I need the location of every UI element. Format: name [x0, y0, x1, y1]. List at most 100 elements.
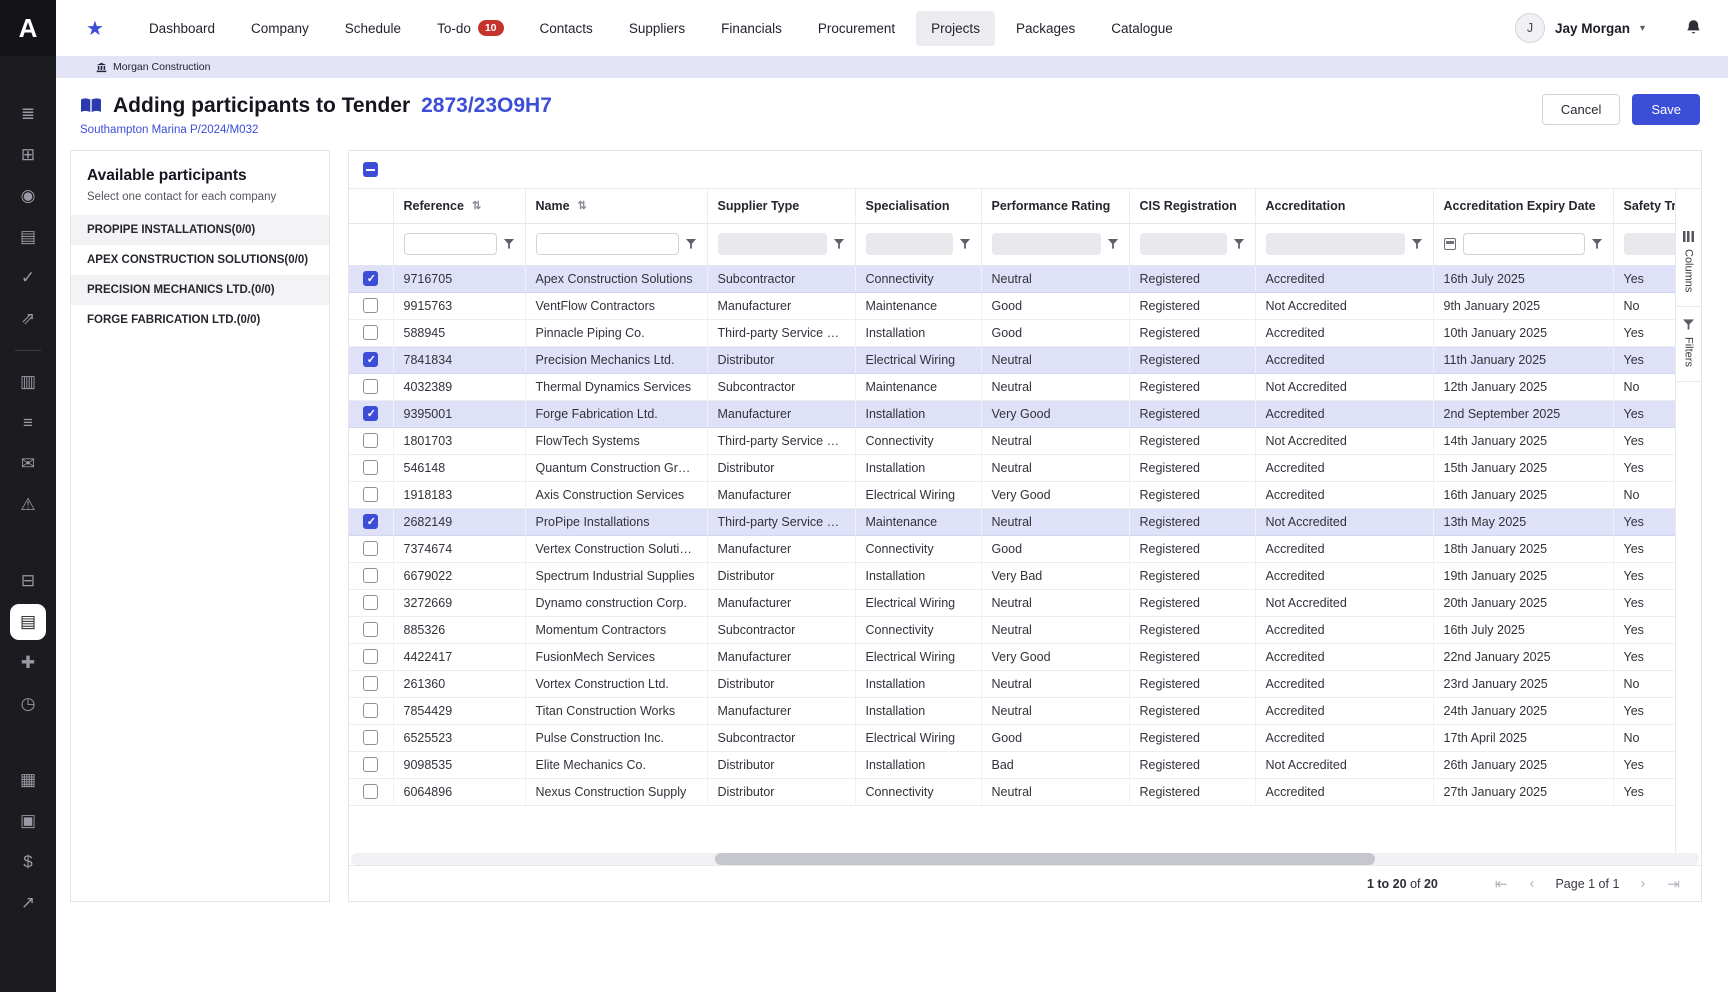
- column-filter-input[interactable]: [992, 233, 1101, 255]
- last-page-icon[interactable]: ⇥: [1660, 875, 1687, 893]
- cancel-button[interactable]: Cancel: [1542, 94, 1620, 125]
- table-row[interactable]: 588945 Pinnacle Piping Co. Third-party S…: [349, 319, 1675, 346]
- participant-company-item[interactable]: PRECISION MECHANICS LTD.(0/0): [71, 275, 329, 305]
- row-checkbox[interactable]: [363, 649, 378, 664]
- column-header[interactable]: Accreditation: [1255, 189, 1433, 223]
- participant-company-item[interactable]: FORGE FABRICATION LTD.(0/0): [71, 305, 329, 335]
- list-lines-icon[interactable]: ≡: [10, 405, 46, 441]
- row-checkbox[interactable]: [363, 568, 378, 583]
- row-checkbox[interactable]: [363, 271, 378, 286]
- table-row[interactable]: 9395001 Forge Fabrication Ltd. Manufactu…: [349, 400, 1675, 427]
- filter-funnel-icon[interactable]: [504, 239, 515, 250]
- avatar[interactable]: J: [1515, 13, 1545, 43]
- column-header[interactable]: Specialisation: [855, 189, 981, 223]
- table-row[interactable]: 9098535 Elite Mechanics Co. Distributor …: [349, 751, 1675, 778]
- filter-funnel-icon[interactable]: [834, 239, 845, 250]
- first-page-icon[interactable]: ⇤: [1488, 875, 1515, 893]
- table-row[interactable]: 1801703 FlowTech Systems Third-party Ser…: [349, 427, 1675, 454]
- chevron-down-icon[interactable]: ▾: [1640, 23, 1645, 34]
- save-button[interactable]: Save: [1632, 94, 1700, 125]
- table-row[interactable]: 1918183 Axis Construction Services Manuf…: [349, 481, 1675, 508]
- column-filter-input[interactable]: [1463, 233, 1585, 255]
- column-filter-input[interactable]: [1624, 233, 1676, 255]
- row-checkbox[interactable]: [363, 325, 378, 340]
- table-row[interactable]: 2682149 ProPipe Installations Third-part…: [349, 508, 1675, 535]
- next-page-icon[interactable]: ›: [1633, 875, 1652, 892]
- file-icon[interactable]: ▥: [10, 364, 46, 400]
- nav-item-catalogue[interactable]: Catalogue: [1096, 11, 1188, 46]
- participant-company-item[interactable]: APEX CONSTRUCTION SOLUTIONS(0/0): [71, 245, 329, 275]
- people-icon[interactable]: ◉: [10, 178, 46, 214]
- table-row[interactable]: 9716705 Apex Construction Solutions Subc…: [349, 265, 1675, 292]
- nav-item-suppliers[interactable]: Suppliers: [614, 11, 700, 46]
- filter-funnel-icon[interactable]: [1234, 239, 1245, 250]
- nav-item-contacts[interactable]: Contacts: [525, 11, 608, 46]
- table-row[interactable]: 261360 Vortex Construction Ltd. Distribu…: [349, 670, 1675, 697]
- documents-active-icon[interactable]: ▤: [10, 604, 46, 640]
- column-header[interactable]: Accreditation Expiry Date: [1433, 189, 1613, 223]
- table-row[interactable]: 6525523 Pulse Construction Inc. Subcontr…: [349, 724, 1675, 751]
- workflow-icon[interactable]: ⊞: [10, 137, 46, 173]
- sort-icon[interactable]: ⇅: [578, 199, 587, 212]
- filter-funnel-icon[interactable]: [1592, 239, 1603, 250]
- app-logo[interactable]: A: [0, 0, 56, 56]
- row-checkbox[interactable]: [363, 460, 378, 475]
- columns-rail-tab[interactable]: Columns: [1676, 219, 1701, 307]
- row-checkbox[interactable]: [363, 703, 378, 718]
- select-all-checkbox-indeterminate[interactable]: [363, 162, 378, 177]
- column-header[interactable]: CIS Registration: [1129, 189, 1255, 223]
- nav-item-packages[interactable]: Packages: [1001, 11, 1090, 46]
- column-filter-input[interactable]: [404, 233, 497, 255]
- row-checkbox[interactable]: [363, 406, 378, 421]
- previous-page-icon[interactable]: ‹: [1522, 875, 1541, 892]
- row-checkbox[interactable]: [363, 352, 378, 367]
- cart-icon[interactable]: ⊟: [10, 563, 46, 599]
- nav-item-todo[interactable]: To-do 10: [422, 10, 518, 46]
- column-filter-input[interactable]: [536, 233, 679, 255]
- horizontal-scrollbar[interactable]: [351, 853, 1699, 865]
- filter-funnel-icon[interactable]: [686, 239, 697, 250]
- row-checkbox[interactable]: [363, 298, 378, 313]
- table-row[interactable]: 7374674 Vertex Construction Solutions Ma…: [349, 535, 1675, 562]
- column-filter-input[interactable]: [1140, 233, 1227, 255]
- alerts-icon[interactable]: ⚠: [10, 487, 46, 523]
- table-row[interactable]: 6679022 Spectrum Industrial Supplies Dis…: [349, 562, 1675, 589]
- table-row[interactable]: 546148 Quantum Construction Group Distri…: [349, 454, 1675, 481]
- tender-number-link[interactable]: 2873/23O9H7: [421, 94, 552, 118]
- nav-item-dashboard[interactable]: Dashboard: [134, 11, 230, 46]
- dashboard-grid-icon[interactable]: ▦: [10, 762, 46, 798]
- row-checkbox[interactable]: [363, 730, 378, 745]
- column-filter-input[interactable]: [718, 233, 827, 255]
- calendar-icon[interactable]: [1444, 238, 1456, 250]
- table-icon[interactable]: ▣: [10, 803, 46, 839]
- nav-item-procurement[interactable]: Procurement: [803, 11, 910, 46]
- row-checkbox[interactable]: [363, 757, 378, 772]
- row-checkbox[interactable]: [363, 784, 378, 799]
- notifications-bell-icon[interactable]: [1685, 19, 1702, 37]
- table-row[interactable]: 4422417 FusionMech Services Manufacturer…: [349, 643, 1675, 670]
- table-row[interactable]: 885326 Momentum Contractors Subcontracto…: [349, 616, 1675, 643]
- analytics-trend-icon[interactable]: ↗: [10, 885, 46, 921]
- filter-funnel-icon[interactable]: [960, 239, 971, 250]
- table-row[interactable]: 3272669 Dynamo construction Corp. Manufa…: [349, 589, 1675, 616]
- column-header[interactable]: Performance Rating: [981, 189, 1129, 223]
- participant-company-item[interactable]: PROPIPE INSTALLATIONS(0/0): [71, 215, 329, 245]
- user-menu[interactable]: Jay Morgan: [1555, 21, 1630, 36]
- messages-icon[interactable]: ✉: [10, 446, 46, 482]
- breadcrumb[interactable]: Morgan Construction: [56, 56, 1728, 78]
- nav-item-company[interactable]: Company: [236, 11, 324, 46]
- column-header[interactable]: Safety Training: [1613, 189, 1675, 223]
- row-checkbox[interactable]: [363, 514, 378, 529]
- row-checkbox[interactable]: [363, 487, 378, 502]
- add-plus-icon[interactable]: ✚: [10, 645, 46, 681]
- row-checkbox[interactable]: [363, 595, 378, 610]
- filters-rail-tab[interactable]: Filters: [1676, 307, 1701, 382]
- filter-funnel-icon[interactable]: [1108, 239, 1119, 250]
- row-checkbox[interactable]: [363, 541, 378, 556]
- column-header[interactable]: Supplier Type: [707, 189, 855, 223]
- row-checkbox[interactable]: [363, 622, 378, 637]
- favorites-star-icon[interactable]: ★: [86, 16, 104, 41]
- project-link[interactable]: Southampton Marina P/2024/M032: [80, 124, 552, 136]
- column-header[interactable]: Reference ⇅: [393, 189, 525, 223]
- billing-dollar-icon[interactable]: $: [10, 844, 46, 880]
